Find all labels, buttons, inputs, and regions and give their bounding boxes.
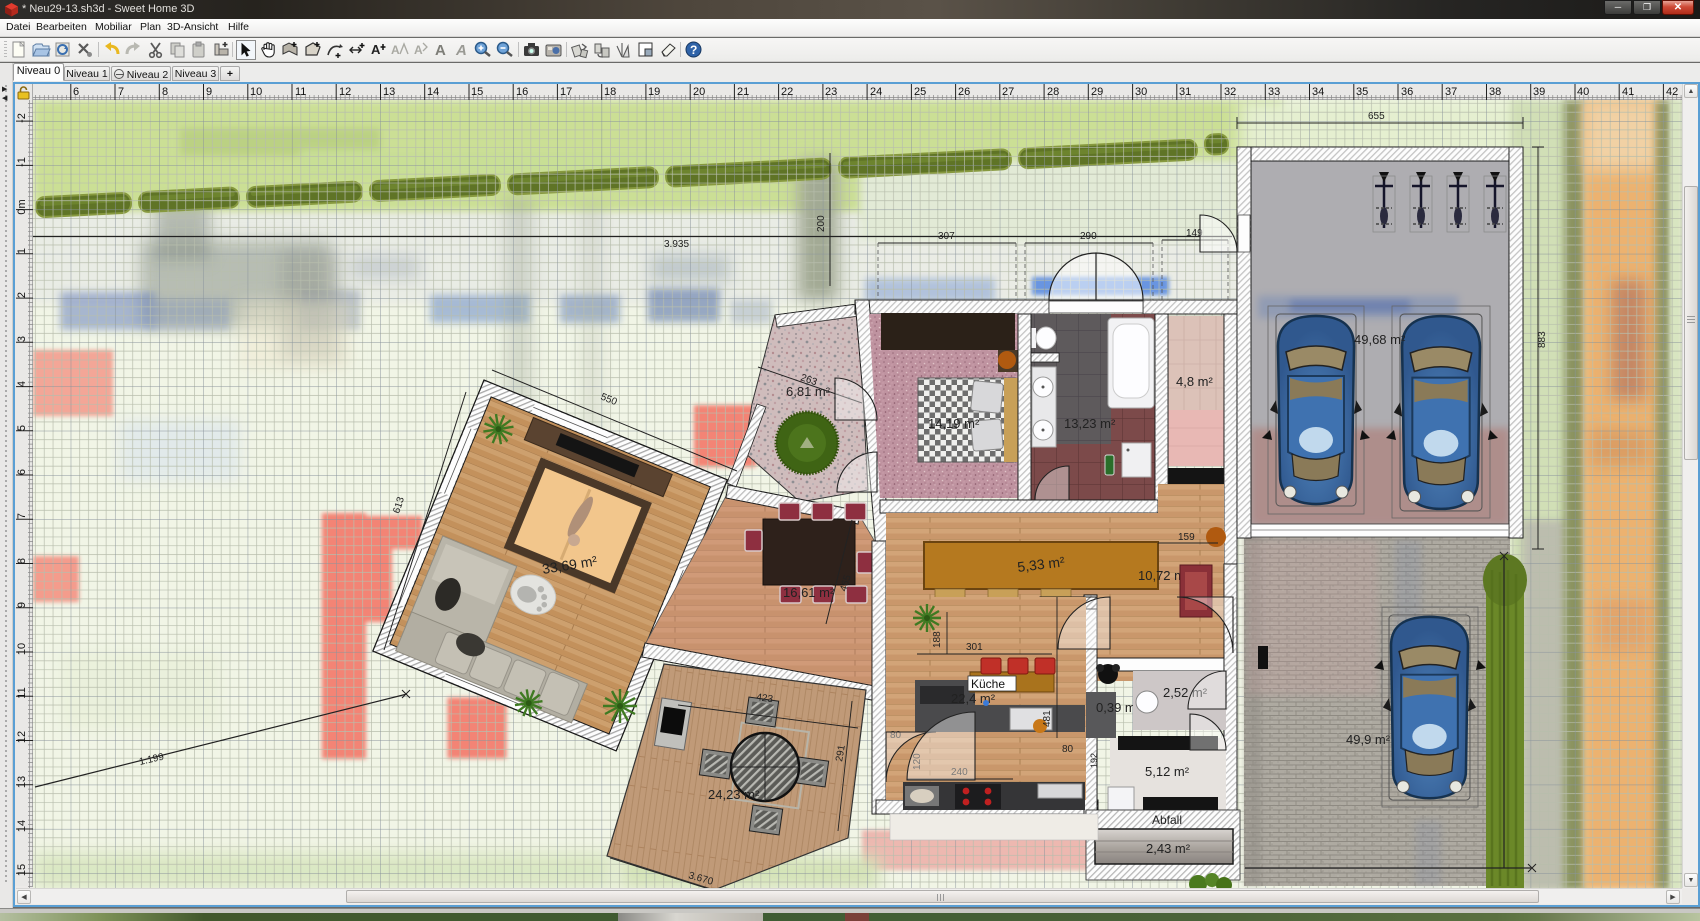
svg-text:26: 26 xyxy=(958,86,970,98)
svg-text:22,4 m²: 22,4 m² xyxy=(951,691,996,706)
svg-text:7: 7 xyxy=(118,86,124,98)
svg-text:41: 41 xyxy=(1622,86,1634,98)
svg-text:17: 17 xyxy=(560,86,572,98)
svg-text:13: 13 xyxy=(383,86,395,98)
svg-text:Abfall: Abfall xyxy=(1152,813,1182,827)
svg-text:11: 11 xyxy=(16,687,28,698)
svg-text:40: 40 xyxy=(1577,86,1589,98)
svg-text:38: 38 xyxy=(1489,86,1501,98)
svg-text:6: 6 xyxy=(16,469,28,475)
svg-text:9: 9 xyxy=(206,86,212,98)
svg-text:7: 7 xyxy=(16,513,28,519)
svg-text:301: 301 xyxy=(966,642,983,653)
svg-text:28: 28 xyxy=(1047,86,1059,98)
svg-text:21: 21 xyxy=(737,86,749,98)
svg-text:11: 11 xyxy=(295,86,306,98)
svg-text:10: 10 xyxy=(250,86,262,98)
svg-text:14,19 m²: 14,19 m² xyxy=(928,416,980,431)
svg-text:25: 25 xyxy=(914,86,926,98)
svg-text:15: 15 xyxy=(16,864,28,876)
svg-text:16,61 m²: 16,61 m² xyxy=(783,585,835,600)
svg-text:A: A xyxy=(455,42,467,59)
svg-text:4,8 m²: 4,8 m² xyxy=(1176,374,1214,389)
svg-text:159: 159 xyxy=(1178,532,1195,543)
svg-text:2,43 m²: 2,43 m² xyxy=(1146,841,1191,856)
svg-text:33: 33 xyxy=(1268,86,1280,98)
svg-text:49,9 m²: 49,9 m² xyxy=(1346,732,1391,747)
svg-text:19: 19 xyxy=(648,86,660,98)
svg-text:883: 883 xyxy=(1537,331,1548,348)
svg-text:192: 192 xyxy=(1089,753,1099,768)
svg-text:3.935: 3.935 xyxy=(664,239,689,250)
svg-text:10: 10 xyxy=(16,643,28,655)
svg-text:8: 8 xyxy=(162,86,168,98)
svg-text:A: A xyxy=(435,42,446,59)
svg-text:A: A xyxy=(371,42,381,57)
svg-text:?: ? xyxy=(690,43,697,57)
svg-text:A: A xyxy=(391,43,400,57)
svg-text:80: 80 xyxy=(1062,744,1074,755)
svg-text:481: 481 xyxy=(1042,710,1053,727)
svg-text:16: 16 xyxy=(516,86,528,98)
svg-text:14: 14 xyxy=(16,820,28,832)
svg-text:6,81 m²: 6,81 m² xyxy=(786,384,831,399)
svg-text:24: 24 xyxy=(870,86,882,98)
svg-text:2: 2 xyxy=(16,292,28,298)
svg-text:A: A xyxy=(414,43,423,57)
svg-text:30: 30 xyxy=(1135,86,1147,98)
svg-text:Küche: Küche xyxy=(971,677,1005,691)
svg-text:24,23 m²: 24,23 m² xyxy=(708,787,760,802)
svg-text:15: 15 xyxy=(471,86,483,98)
svg-text:14: 14 xyxy=(427,86,439,98)
svg-text:-1: -1 xyxy=(16,157,28,167)
svg-text:13: 13 xyxy=(16,776,28,788)
svg-text:27: 27 xyxy=(1002,86,1014,98)
svg-text:6: 6 xyxy=(73,86,79,98)
svg-text:8: 8 xyxy=(16,558,28,564)
svg-text:188: 188 xyxy=(932,631,943,648)
svg-text:32: 32 xyxy=(1224,86,1236,98)
svg-text:655: 655 xyxy=(1368,111,1385,122)
svg-text:22: 22 xyxy=(781,86,793,98)
svg-text:20: 20 xyxy=(693,86,705,98)
svg-text:200: 200 xyxy=(816,215,827,232)
svg-text:36: 36 xyxy=(1401,86,1413,98)
svg-text:290: 290 xyxy=(1080,231,1097,242)
svg-text:37: 37 xyxy=(1445,86,1457,98)
svg-text:3: 3 xyxy=(16,336,28,342)
svg-text:35: 35 xyxy=(1356,86,1368,98)
svg-text:4: 4 xyxy=(16,381,28,387)
svg-text:34: 34 xyxy=(1312,86,1324,98)
svg-text:0m: 0m xyxy=(16,199,28,214)
svg-text:39: 39 xyxy=(1533,86,1545,98)
svg-text:1: 1 xyxy=(16,248,28,254)
svg-text:31: 31 xyxy=(1179,86,1191,98)
svg-text:307: 307 xyxy=(938,231,955,242)
svg-text:-2: -2 xyxy=(16,113,28,123)
svg-text:12: 12 xyxy=(16,731,28,743)
svg-text:42: 42 xyxy=(1666,86,1678,98)
svg-text:9: 9 xyxy=(16,602,28,608)
svg-text:5,12 m²: 5,12 m² xyxy=(1145,764,1190,779)
svg-text:5: 5 xyxy=(16,425,28,431)
svg-text:13,23 m²: 13,23 m² xyxy=(1064,416,1116,431)
svg-text:49,68 m²: 49,68 m² xyxy=(1354,332,1406,347)
svg-text:29: 29 xyxy=(1091,86,1103,98)
svg-text:23: 23 xyxy=(825,86,837,98)
svg-text:18: 18 xyxy=(604,86,616,98)
svg-text:12: 12 xyxy=(339,86,351,98)
